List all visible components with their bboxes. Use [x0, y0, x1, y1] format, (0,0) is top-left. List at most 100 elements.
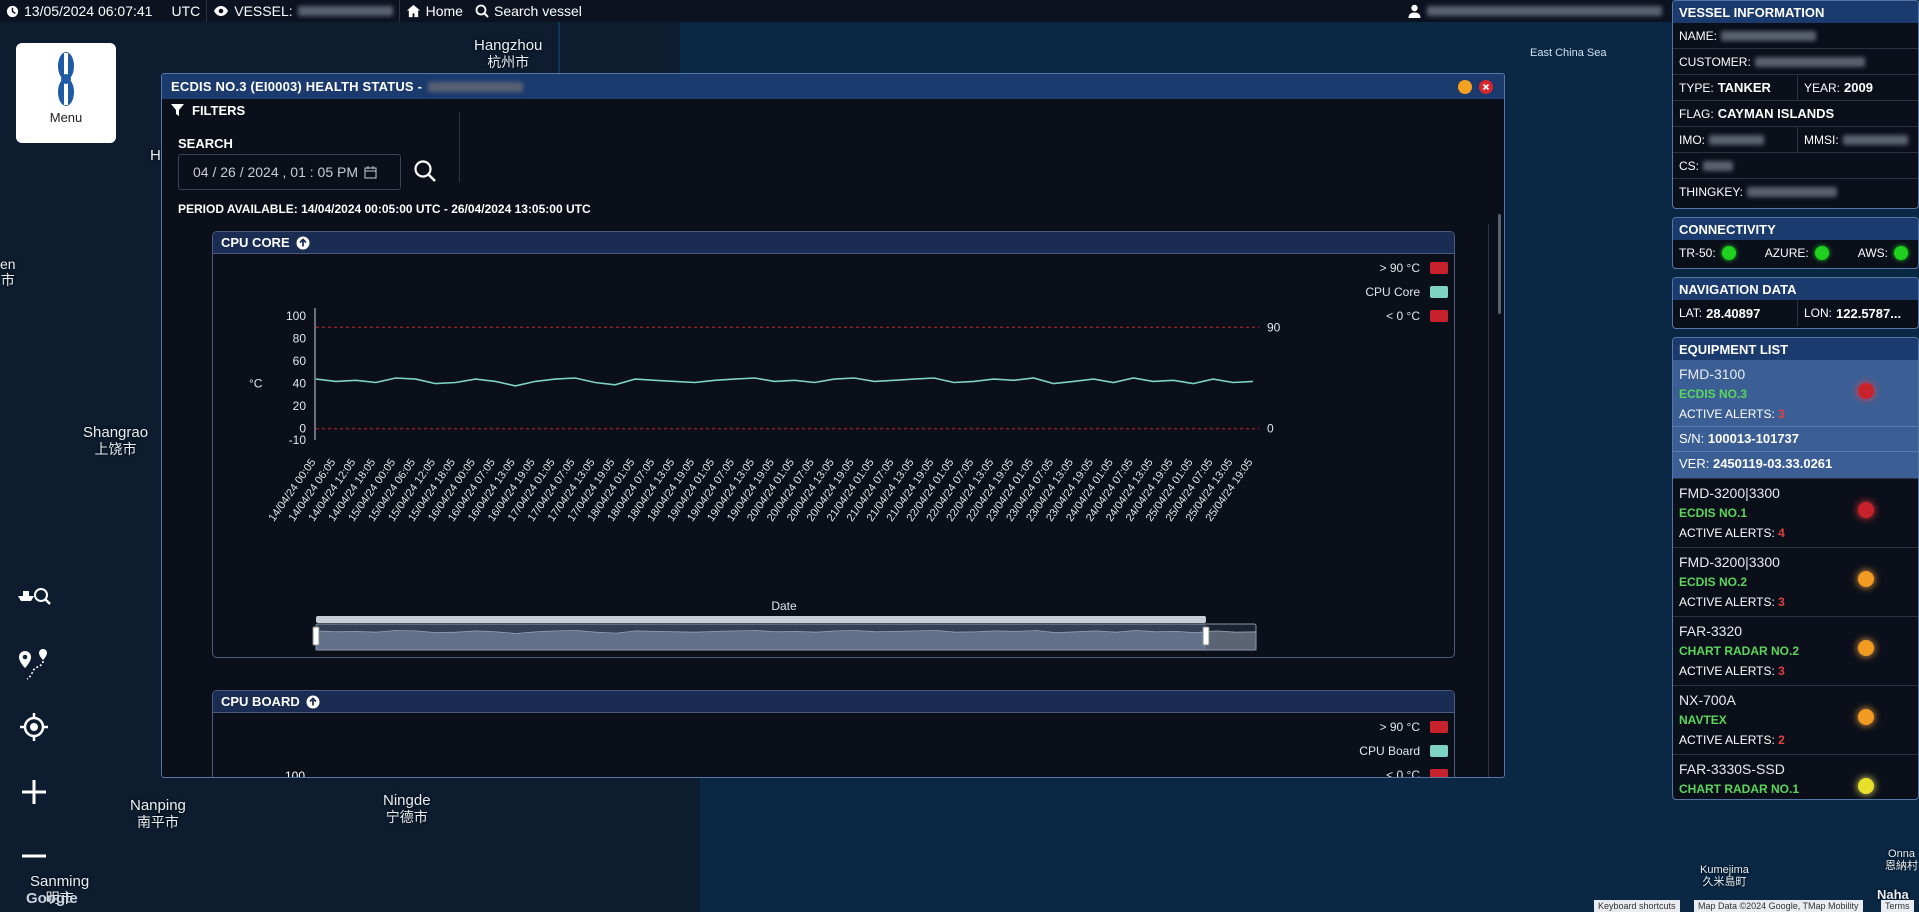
search-vessel-link[interactable]: Search vessel: [469, 0, 588, 22]
name-label: NAME:: [1679, 28, 1718, 43]
vessel-segment[interactable]: VESSEL:: [207, 0, 400, 22]
home-label: Home: [425, 3, 463, 19]
navigator-handle-right[interactable]: [1202, 626, 1210, 646]
collapse-arrow-icon[interactable]: [306, 695, 320, 709]
vessel-name-redacted: [297, 6, 393, 16]
equipment-status-indicator: [1858, 571, 1874, 587]
lon-value: 122.5787...: [1836, 305, 1902, 321]
user-icon: [1408, 4, 1421, 18]
equipment-alerts: ACTIVE ALERTS: 3: [1679, 407, 1785, 421]
board-legend-item-below-0[interactable]: < 0 °C: [1386, 768, 1448, 778]
dialog-scrollbar[interactable]: [1498, 214, 1501, 314]
equipment-status-indicator: [1858, 778, 1874, 794]
calendar-icon[interactable]: [364, 165, 377, 179]
cs-redacted: [1703, 160, 1734, 171]
type-label: TYPE:: [1679, 80, 1714, 95]
map-label-partial-h: H: [150, 147, 161, 164]
threshold-low-label: 0: [1267, 422, 1274, 436]
navigator-selection: [316, 624, 1206, 650]
right-sidebar: VESSEL INFORMATION NAME: CUSTOMER: TYPE:…: [1672, 0, 1919, 912]
mmsi-label: MMSI:: [1804, 132, 1839, 147]
search-icon: [414, 160, 436, 182]
collapse-arrow-icon[interactable]: [296, 236, 310, 250]
thingkey-row: THINGKEY:: [1673, 179, 1918, 205]
navigator-handle-left[interactable]: [312, 626, 320, 646]
minimize-button[interactable]: [1458, 80, 1472, 94]
equipment-alerts: ACTIVE ALERTS: 4: [1679, 526, 1785, 540]
equipment-name: ECDIS NO.2: [1679, 575, 1748, 589]
datetime-value: 04 / 26 / 2024 , 01 : 05 PM: [193, 164, 358, 180]
cpu-core-chart[interactable]: 100806040200-10°C90014/04/24 00:0514/04/…: [213, 254, 1454, 658]
health-status-dialog: ECDIS NO.3 (EI0003) HEALTH STATUS - FILT…: [161, 73, 1505, 778]
datetime-segment: 13/05/2024 06:07:41 UTC: [0, 0, 208, 22]
thingkey-redacted: [1747, 187, 1838, 197]
locate-button[interactable]: [14, 707, 54, 747]
cpu-core-header[interactable]: CPU CORE: [213, 232, 1454, 254]
map-label-partial-en: en 市: [0, 256, 16, 288]
equipment-list-card: EQUIPMENT LIST FMD-3100 ECDIS NO.3 ACTIV…: [1672, 337, 1919, 800]
crosshair-icon: [20, 713, 48, 741]
aws-label: AWS:: [1857, 246, 1888, 260]
year-value: 2009: [1844, 80, 1873, 95]
y-tick-label: 40: [293, 377, 307, 391]
flag-row: FLAG: CAYMAN ISLANDS: [1673, 101, 1918, 127]
equipment-item[interactable]: FMD-3200|3300 ECDIS NO.2 ACTIVE ALERTS: …: [1673, 548, 1918, 617]
y-tick-label: -10: [289, 433, 307, 447]
name-redacted: [1721, 30, 1817, 41]
eye-icon: [213, 5, 229, 17]
equipment-name: CHART RADAR NO.1: [1679, 782, 1799, 796]
equipment-alerts: ACTIVE ALERTS: 3: [1679, 595, 1785, 609]
equipment-list-title: EQUIPMENT LIST: [1673, 338, 1918, 360]
home-link[interactable]: Home: [400, 0, 469, 22]
equipment-item[interactable]: FAR-3330S-SSD CHART RADAR NO.1 ACTIVE AL…: [1673, 755, 1918, 799]
vessel-name-row: NAME:: [1673, 23, 1918, 49]
measure-tool-button[interactable]: [14, 576, 54, 616]
equipment-item[interactable]: FMD-3100 ECDIS NO.3 ACTIVE ALERTS: 3 S/N…: [1673, 360, 1918, 479]
search-button[interactable]: [412, 158, 442, 188]
equipment-model: FMD-3100: [1679, 366, 1746, 382]
user-menu[interactable]: [1408, 4, 1672, 18]
search-vessel-label: Search vessel: [493, 3, 582, 19]
equipment-item[interactable]: FMD-3200|3300 ECDIS NO.1 ACTIVE ALERTS: …: [1673, 479, 1918, 548]
equipment-status-indicator: [1858, 709, 1874, 725]
customer-label: CUSTOMER:: [1679, 54, 1751, 69]
board-legend-label-below-0: < 0 °C: [1386, 768, 1420, 778]
keyboard-shortcuts-link[interactable]: Keyboard shortcuts: [1594, 900, 1680, 912]
user-name-redacted: [1427, 6, 1662, 16]
connectivity-row: TR-50: AZURE: AWS:: [1673, 240, 1918, 266]
filters-toggle[interactable]: FILTERS: [162, 99, 1504, 121]
type-year-row: TYPE: TANKER YEAR: 2009: [1673, 75, 1918, 101]
cpu-core-panel: CPU CORE > 90 °C CPU Core < 0 °C 100 80 60…: [212, 231, 1455, 658]
search-label: SEARCH: [178, 136, 233, 151]
y-tick-label: 100: [286, 309, 306, 323]
year-label: YEAR:: [1804, 80, 1841, 95]
route-tool-button[interactable]: [14, 644, 54, 684]
vessel-label: VESSEL:: [234, 3, 293, 19]
equipment-item[interactable]: NX-700A NAVTEX ACTIVE ALERTS: 2: [1673, 686, 1918, 755]
y-tick-label: 60: [293, 354, 307, 368]
cpu-board-panel: CPU BOARD > 90 °C CPU Board < 0 °C 100: [212, 690, 1455, 778]
board-legend-item-above-90[interactable]: > 90 °C: [1380, 720, 1448, 734]
tr50-label: TR-50:: [1679, 246, 1716, 260]
cs-label: CS:: [1679, 158, 1700, 173]
datetime-input[interactable]: 04 / 26 / 2024 , 01 : 05 PM: [178, 154, 401, 190]
equipment-name: NAVTEX: [1679, 713, 1727, 727]
board-legend-item-cpu-board[interactable]: CPU Board: [1359, 744, 1448, 758]
x-axis-label: Date: [771, 599, 797, 613]
dialog-title-bar: ECDIS NO.3 (EI0003) HEALTH STATUS -: [162, 74, 1504, 99]
filters-label: FILTERS: [192, 102, 246, 118]
close-button[interactable]: [1479, 80, 1493, 94]
propeller-logo-icon: [58, 52, 74, 106]
lon-label: LON:: [1804, 306, 1833, 320]
map-label-nanping: Nanping 南平市: [130, 797, 186, 831]
zoom-in-button[interactable]: [14, 772, 54, 812]
y-tick-label: 80: [293, 332, 307, 346]
cpu-board-header[interactable]: CPU BOARD: [213, 691, 1454, 713]
flag-label: FLAG:: [1679, 106, 1714, 121]
zoom-out-button[interactable]: [14, 836, 54, 876]
equipment-item[interactable]: FAR-3320 CHART RADAR NO.2 ACTIVE ALERTS:…: [1673, 617, 1918, 686]
equipment-name: CHART RADAR NO.2: [1679, 644, 1799, 658]
menu-button[interactable]: Menu: [16, 43, 116, 143]
aws-status: AWS:: [1858, 246, 1908, 260]
dialog-vessel-redacted: [428, 81, 524, 92]
